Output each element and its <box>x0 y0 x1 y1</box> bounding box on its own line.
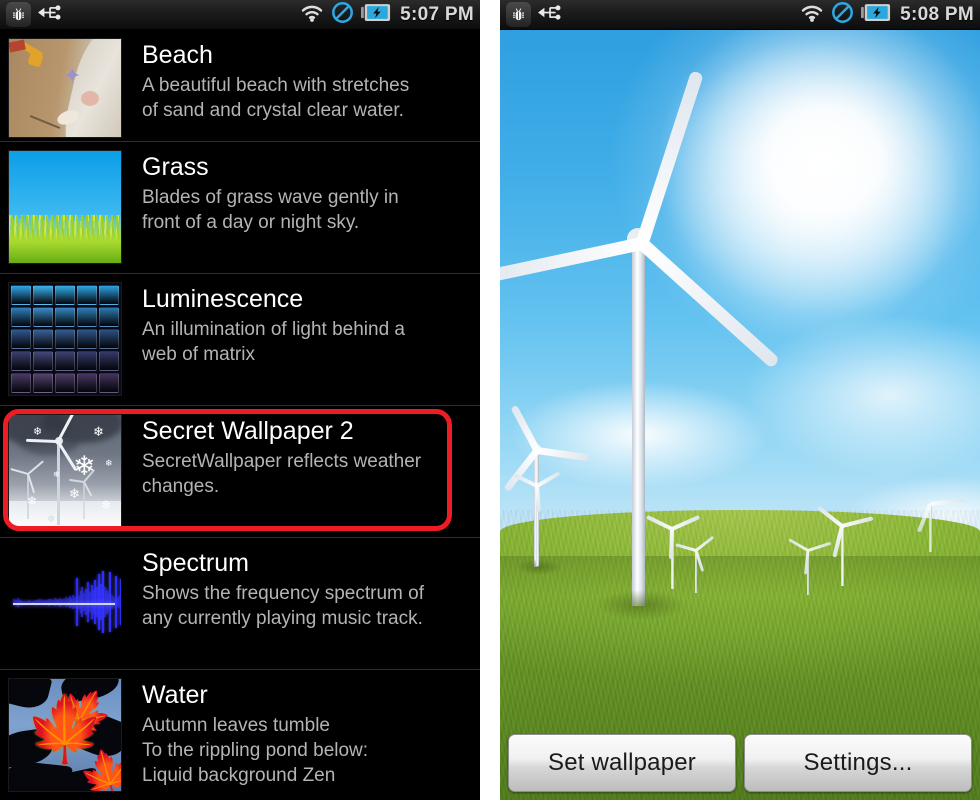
snowflake-icon: ❄ <box>101 498 112 512</box>
yellow-leaf-icon: 🍁 <box>25 693 105 765</box>
snowflake-icon: ❄ <box>105 458 113 468</box>
set-wallpaper-button[interactable]: Set wallpaper <box>508 734 736 792</box>
wifi-icon <box>800 2 824 27</box>
luminescence-thumbnail <box>8 282 122 396</box>
list-item[interactable]: 🍁 🍁 🍁 Water Autumn leaves tumble To the … <box>0 670 480 800</box>
settings-button[interactable]: Settings... <box>744 734 972 792</box>
android-bug-icon <box>6 2 31 27</box>
list-item[interactable]: ✦ Beach A beautiful beach with stretches… <box>0 30 480 142</box>
list-item-description: Autumn leaves tumble To the rippling pon… <box>142 715 369 786</box>
battery-charging-icon <box>361 3 391 27</box>
usb-icon <box>38 4 62 26</box>
cloud-shape <box>500 360 820 510</box>
grass-thumbnail <box>8 150 122 264</box>
list-item[interactable]: Spectrum Shows the frequency spectrum of… <box>0 538 480 670</box>
status-bar-left-icons <box>506 2 562 27</box>
spectrum-thumbnail <box>8 546 122 660</box>
snowflake-icon: ❄ <box>47 514 56 525</box>
status-bar-right-icons: 5:08 PM <box>800 1 974 29</box>
list-item-description: Shows the frequency spectrum of any curr… <box>142 583 424 629</box>
list-item-title: Beach <box>142 41 213 69</box>
list-item-description: SecretWallpaper reflects weather changes… <box>142 451 422 497</box>
snowflake-icon: ❄ <box>73 451 96 481</box>
list-item-text: Secret Wallpaper 2 SecretWallpaper refle… <box>122 414 470 499</box>
snowflake-icon: ❄ <box>69 486 80 501</box>
list-item-text: Spectrum Shows the frequency spectrum of… <box>122 546 470 631</box>
secret-wallpaper-2-thumbnail: ❄ ❄ ❄ ❄ ❄ ❄ ❄ ❄ ❄ <box>8 414 122 528</box>
wifi-icon <box>300 2 324 27</box>
dual-screenshot: 5:07 PM ✦ Beach A beautiful beach with s… <box>0 0 980 800</box>
status-bar-right-icons: 5:07 PM <box>300 1 474 29</box>
beach-thumbnail: ✦ <box>8 38 122 138</box>
status-bar-clock: 5:07 PM <box>400 3 474 25</box>
android-bug-icon <box>506 2 531 27</box>
usb-icon <box>538 4 562 26</box>
list-item-title: Luminescence <box>142 285 304 313</box>
snowflake-icon: ❄ <box>27 494 38 508</box>
phone-screen-wallpaper-preview: 5:08 PM Set wallpaper Settings... <box>500 0 980 800</box>
list-item-description: A beautiful beach with stretches of sand… <box>142 75 410 121</box>
water-thumbnail: 🍁 🍁 🍁 <box>8 678 122 792</box>
no-sim-icon <box>331 1 354 29</box>
list-item-text: Beach A beautiful beach with stretches o… <box>122 38 470 123</box>
phone-screen-wallpaper-list: 5:07 PM ✦ Beach A beautiful beach with s… <box>0 0 480 800</box>
battery-charging-icon <box>861 3 891 27</box>
list-item-text: Grass Blades of grass wave gently in fro… <box>122 150 470 235</box>
status-bar-left: 5:07 PM <box>0 0 480 30</box>
live-wallpaper-preview[interactable]: Set wallpaper Settings... <box>500 30 980 800</box>
list-item-title: Spectrum <box>142 549 249 577</box>
snowflake-icon: ❄ <box>93 424 104 439</box>
live-wallpaper-list[interactable]: ✦ Beach A beautiful beach with stretches… <box>0 30 480 800</box>
status-bar-left-icons <box>6 2 62 27</box>
no-sim-icon <box>831 1 854 29</box>
snowflake-icon: ❄ <box>33 426 43 438</box>
list-item-description: An illumination of light behind a web of… <box>142 319 406 365</box>
list-item-description: Blades of grass wave gently in front of … <box>142 187 399 233</box>
status-bar-right: 5:08 PM <box>500 0 980 30</box>
list-item-title: Grass <box>142 153 209 181</box>
list-item-text: Luminescence An illumination of light be… <box>122 282 470 367</box>
list-item[interactable]: ❄ ❄ ❄ ❄ ❄ ❄ ❄ ❄ ❄ Secret Wallpaper 2 Sec… <box>0 406 480 538</box>
snowflake-icon: ❄ <box>53 470 60 479</box>
starfish-icon: ✦ <box>63 63 82 88</box>
preview-button-bar: Set wallpaper Settings... <box>500 734 980 792</box>
list-item-title: Water <box>142 681 208 709</box>
status-bar-clock: 5:08 PM <box>900 3 974 25</box>
list-item[interactable]: Grass Blades of grass wave gently in fro… <box>0 142 480 274</box>
list-item[interactable]: Luminescence An illumination of light be… <box>0 274 480 406</box>
list-item-title: Secret Wallpaper 2 <box>142 417 354 445</box>
list-item-text: Water Autumn leaves tumble To the rippli… <box>122 678 470 788</box>
